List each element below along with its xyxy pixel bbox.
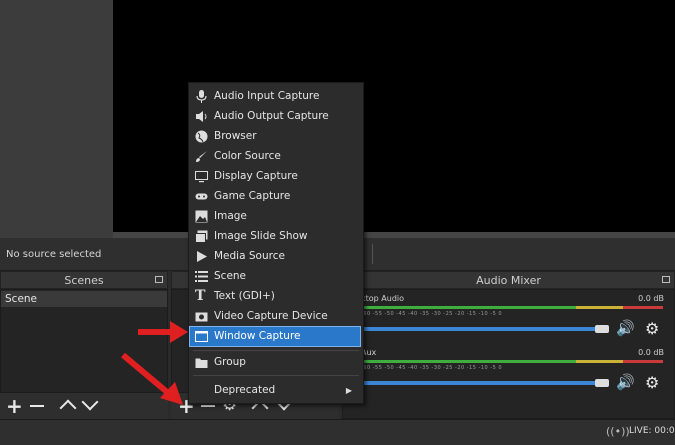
speaker-icon[interactable]: 🔊	[616, 319, 635, 337]
gear-icon[interactable]: ⚙	[645, 373, 659, 392]
status-bar: ((•)) LIVE: 00:00	[0, 419, 675, 445]
menu-item-color-source[interactable]: Color Source	[190, 147, 360, 166]
microphone-icon	[196, 90, 207, 103]
audio-mixer-title: Audio Mixer	[476, 274, 541, 287]
menu-item-group[interactable]: Group	[190, 353, 360, 372]
volume-meter-red	[623, 306, 663, 309]
meter-scale: -60 -55 -50 -45 -40 -35 -30 -25 -20 -15 …	[361, 311, 503, 317]
menu-item-game-capture[interactable]: Game Capture	[190, 187, 360, 206]
list-icon	[195, 271, 208, 282]
menu-item-image[interactable]: Image	[190, 207, 360, 226]
submenu-arrow-icon: ▶	[345, 386, 352, 395]
audio-mixer-body: ktop Audio 0.0 dB -60 -55 -50 -45 -40 -3…	[342, 289, 675, 419]
menu-item-scene[interactable]: Scene	[190, 267, 360, 286]
divider	[372, 244, 373, 264]
slideshow-icon	[195, 230, 208, 243]
menu-item-video-capture-device[interactable]: Video Capture Device	[190, 307, 360, 326]
scenes-title: Scenes	[64, 274, 104, 287]
remove-scene-icon[interactable]	[30, 405, 44, 407]
volume-meter-yellow	[576, 360, 623, 363]
undock-icon[interactable]	[155, 276, 163, 283]
gear-icon[interactable]: ⚙	[645, 319, 659, 338]
volume-slider[interactable]	[361, 327, 607, 331]
speaker-icon	[196, 111, 207, 122]
gamepad-icon	[195, 193, 208, 200]
scenes-header: Scenes	[0, 271, 168, 289]
remove-source-icon[interactable]	[201, 405, 215, 407]
folder-icon	[195, 358, 208, 368]
menu-item-audio-output-capture[interactable]: Audio Output Capture	[190, 107, 360, 126]
channel-db: 0.0 dB	[638, 294, 664, 303]
globe-icon	[195, 130, 208, 143]
menu-item-media-source[interactable]: Media Source	[190, 247, 360, 266]
menu-separator	[193, 375, 359, 376]
volume-slider[interactable]	[361, 381, 607, 385]
add-source-menu: Audio Input Capture Audio Output Capture…	[188, 82, 364, 404]
undock-icon[interactable]	[662, 276, 670, 283]
live-timer: LIVE: 00:00	[629, 426, 675, 436]
volume-meter-red	[623, 360, 663, 363]
annotation-arrow	[121, 352, 183, 405]
window-background	[0, 0, 113, 238]
meter-scale: -60 -55 -50 -45 -40 -35 -30 -25 -20 -15 …	[361, 365, 503, 371]
no-source-label: No source selected	[6, 249, 102, 260]
menu-item-image-slide-show[interactable]: Image Slide Show	[190, 227, 360, 246]
menu-item-text-gdi[interactable]: T Text (GDI+)	[190, 287, 360, 306]
channel-db: 0.0 dB	[638, 348, 664, 357]
move-down-icon[interactable]	[81, 393, 99, 411]
monitor-icon	[195, 171, 208, 183]
move-up-icon[interactable]	[59, 399, 77, 417]
broadcast-icon: ((•))	[606, 425, 630, 438]
slider-handle[interactable]	[595, 379, 609, 387]
annotation-arrow	[138, 321, 188, 343]
menu-item-audio-input-capture[interactable]: Audio Input Capture	[190, 87, 360, 106]
volume-meter	[361, 360, 576, 363]
channel-name: ktop Audio	[361, 294, 405, 303]
menu-item-window-capture[interactable]: Window Capture	[189, 326, 361, 347]
add-scene-icon[interactable]: +	[6, 396, 23, 416]
volume-meter	[361, 306, 576, 309]
menu-item-browser[interactable]: Browser	[190, 127, 360, 146]
play-icon	[197, 251, 207, 262]
menu-item-display-capture[interactable]: Display Capture	[190, 167, 360, 186]
brush-icon	[196, 151, 207, 162]
speaker-icon[interactable]: 🔊	[616, 373, 635, 391]
audio-mixer-header: Audio Mixer	[342, 271, 675, 289]
menu-separator	[193, 350, 359, 351]
scene-item-label: Scene	[5, 293, 38, 305]
image-icon	[195, 210, 208, 223]
list-item[interactable]: Scene	[1, 291, 167, 307]
slider-handle[interactable]	[595, 325, 609, 333]
volume-meter-yellow	[576, 306, 623, 309]
menu-item-deprecated[interactable]: Deprecated ▶	[190, 381, 360, 400]
text-icon: T	[195, 288, 206, 304]
